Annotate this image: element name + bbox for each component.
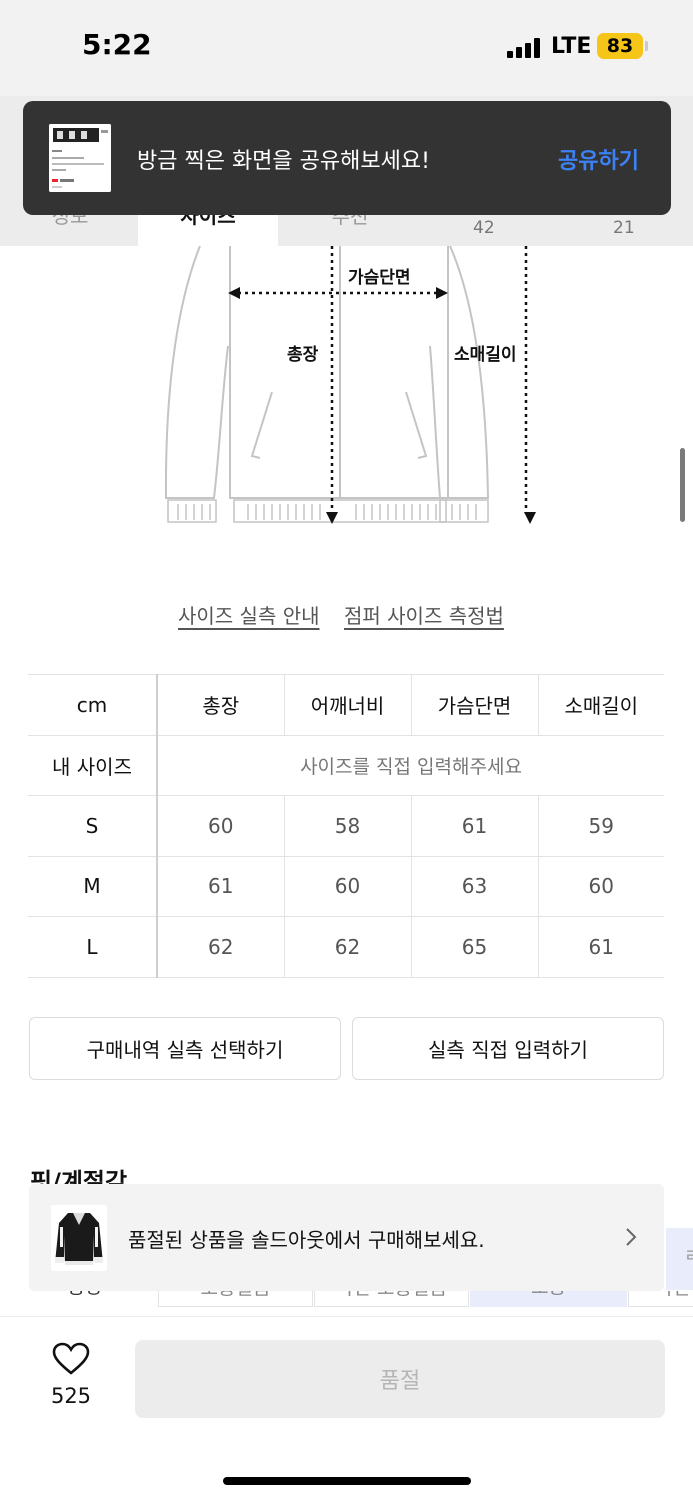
tab-count: 21 xyxy=(613,218,635,238)
table-cell: 62 xyxy=(156,916,285,978)
column-header: 어깨너비 xyxy=(283,674,412,736)
share-button[interactable]: 공유하기 xyxy=(558,143,639,175)
table-cell: 60 xyxy=(283,855,412,917)
size-table: cm 총장 어깨너비 가슴단면 소매길이 내 사이즈 사이즈를 직접 입력해주세… xyxy=(28,674,664,978)
table-cell: 61 xyxy=(537,916,664,978)
table-cell: 58 xyxy=(283,795,412,857)
fit-options-row: 총장 보통길음 약간 보통길음 보통 약간 xyxy=(0,1291,693,1317)
screenshot-thumbnail[interactable] xyxy=(49,124,111,192)
table-cell: 61 xyxy=(156,855,285,917)
soldout-buy-button[interactable]: 품절 xyxy=(135,1340,665,1418)
chest-measure-label: 가슴단면 xyxy=(348,263,411,288)
my-size-row: 내 사이즈 사이즈를 직접 입력해주세요 xyxy=(28,734,664,796)
jacket-measurement-diagram: 가슴단면 총장 소매길이 xyxy=(150,245,550,536)
my-size-label: 내 사이즈 xyxy=(28,734,158,796)
battery-tip xyxy=(645,41,648,51)
table-cell: 60 xyxy=(537,855,664,917)
table-cell: 59 xyxy=(537,795,664,857)
table-header-row: cm 총장 어깨너비 가슴단면 소매길이 xyxy=(28,674,664,736)
chevron-right-icon xyxy=(626,1228,637,1246)
table-row: L 62 62 65 61 xyxy=(28,916,664,978)
table-cell: 62 xyxy=(283,916,412,978)
size-label: L xyxy=(28,916,158,978)
size-guide-link[interactable]: 사이즈 실측 안내 xyxy=(178,600,320,629)
fit-option[interactable]: 보통길음 xyxy=(158,1291,313,1307)
column-header: 가슴단면 xyxy=(410,674,539,736)
toast-message: 방금 찍은 화면을 공유해보세요! xyxy=(137,149,430,174)
side-peek-card: ㄹ xyxy=(666,1228,693,1290)
product-thumbnail xyxy=(51,1205,107,1271)
scrollbar[interactable] xyxy=(680,448,685,522)
like-button[interactable] xyxy=(40,1342,102,1380)
tab-count: 42 xyxy=(473,218,495,238)
soldout-banner-text: 품절된 상품을 솔드아웃에서 구매해보세요. xyxy=(128,1228,485,1252)
table-row: S 60 58 61 59 xyxy=(28,795,664,857)
size-label: S xyxy=(28,795,158,857)
fit-option[interactable]: 약간 xyxy=(628,1291,693,1307)
size-label: M xyxy=(28,855,158,917)
select-purchase-measurement-button[interactable]: 구매내역 실측 선택하기 xyxy=(29,1017,341,1080)
table-row: M 61 60 63 60 xyxy=(28,855,664,917)
fit-option[interactable]: 보통 xyxy=(470,1291,627,1307)
soldout-banner[interactable]: 품절된 상품을 솔드아웃에서 구매해보세요. xyxy=(29,1184,664,1291)
heart-icon xyxy=(52,1342,90,1375)
unit-header: cm xyxy=(28,674,158,736)
sleeve-measure-label: 소매길이 xyxy=(454,345,517,365)
direct-input-measurement-button[interactable]: 실측 직접 입력하기 xyxy=(352,1017,664,1080)
column-header: 총장 xyxy=(156,674,285,736)
screenshot-share-toast: 방금 찍은 화면을 공유해보세요! 공유하기 xyxy=(23,101,671,215)
status-bar: 5:22 LTE 83 xyxy=(0,0,693,96)
table-cell: 60 xyxy=(156,795,285,857)
like-count: 525 xyxy=(50,1384,92,1408)
network-type: LTE xyxy=(551,34,592,59)
column-header: 소매길이 xyxy=(537,674,664,736)
measure-guide-link[interactable]: 점퍼 사이즈 측정법 xyxy=(344,600,504,629)
signal-icon xyxy=(507,38,541,58)
home-indicator[interactable] xyxy=(223,1477,471,1485)
table-cell: 65 xyxy=(410,916,539,978)
jacket-outline-illustration xyxy=(164,245,536,524)
length-measure-label: 총장 xyxy=(287,340,319,365)
fit-section-title: 핏/계절감 xyxy=(30,1168,128,1184)
table-cell: 63 xyxy=(410,855,539,917)
fit-row-label: 총장 xyxy=(30,1291,140,1307)
status-time: 5:22 xyxy=(82,28,152,61)
my-size-input-prompt[interactable]: 사이즈를 직접 입력해주세요 xyxy=(156,734,664,796)
table-cell: 61 xyxy=(410,795,539,857)
battery-icon: 83 xyxy=(597,33,643,59)
fit-option[interactable]: 약간 보통길음 xyxy=(314,1291,469,1307)
